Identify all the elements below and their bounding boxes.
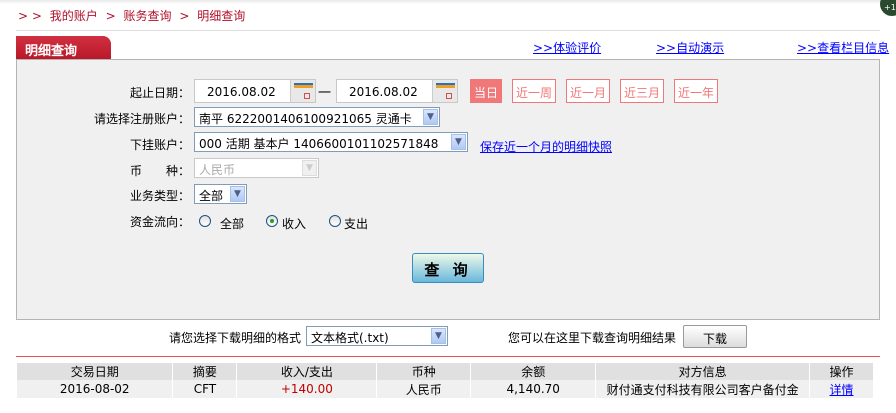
sub-account-label: 下挂账户： xyxy=(129,138,190,152)
chevron-down-icon: ▼ xyxy=(431,328,446,344)
cell-date: 2016-08-02 xyxy=(17,380,174,398)
col-action: 操作 xyxy=(809,363,874,380)
table-row: 2016-08-02 CFT +140.00 人民币 4,140.70 财付通支… xyxy=(17,380,874,398)
flow-label: 资金流向： xyxy=(129,215,190,229)
range-3months-button[interactable]: 近三月 xyxy=(620,79,665,103)
col-date: 交易日期 xyxy=(17,363,174,380)
query-button[interactable]: 查 询 xyxy=(412,253,484,283)
range-today-button[interactable]: 当日 xyxy=(470,79,503,103)
col-counterparty: 对方信息 xyxy=(595,363,811,380)
currency-select: 人民币 ▼ xyxy=(194,158,319,178)
breadcrumb-sep: > xyxy=(179,9,190,23)
range-year-button[interactable]: 近一年 xyxy=(674,79,719,103)
format-value: 文本格式(.txt) xyxy=(311,331,389,345)
breadcrumb-my-account[interactable]: 我的账户 xyxy=(50,9,98,23)
cell-action: 详情 xyxy=(809,380,874,398)
range-month-button[interactable]: 近一月 xyxy=(566,79,611,103)
currency-label: 币 种： xyxy=(129,164,190,178)
start-date-value: 2016.08.02 xyxy=(207,85,276,99)
range-week-button[interactable]: 近一周 xyxy=(512,79,557,103)
divider xyxy=(16,30,880,31)
table-header: 交易日期 摘要 收入/支出 币种 余额 对方信息 操作 xyxy=(17,363,874,380)
cell-currency: 人民币 xyxy=(376,380,472,398)
end-date-input[interactable]: 2016.08.02 xyxy=(336,79,458,103)
flow-income-radio[interactable] xyxy=(266,215,278,227)
chevron-down-icon: ▼ xyxy=(230,186,245,202)
sub-account-value: 000 活期 基本户 1406600101102571848 xyxy=(199,137,439,151)
breadcrumb: > > 我的账户 > 账务查询 > 明细查询 xyxy=(18,7,249,24)
account-value: 南平 6222001406100921065 灵通卡 xyxy=(199,112,412,126)
breadcrumb-sep: > > xyxy=(18,9,42,23)
flow-all-label[interactable]: 全部 xyxy=(220,215,244,232)
type-select[interactable]: 全部 ▼ xyxy=(194,184,247,204)
chevron-down-icon: ▼ xyxy=(302,160,317,176)
account-select[interactable]: 南平 6222001406100921065 灵通卡 ▼ xyxy=(194,107,440,127)
link-auto-demo[interactable]: >>自动演示 xyxy=(656,39,724,56)
divider xyxy=(16,356,880,357)
sub-account-select[interactable]: 000 活期 基本户 1406600101102571848 ▼ xyxy=(194,132,468,152)
chevron-down-icon: ▼ xyxy=(423,109,438,125)
cell-balance: 4,140.70 xyxy=(470,380,597,398)
date-dash: 一 xyxy=(318,86,332,101)
cell-summary: CFT xyxy=(172,380,238,398)
currency-value: 人民币 xyxy=(199,163,236,177)
col-currency: 币种 xyxy=(376,363,472,380)
account-label: 请选择注册账户： xyxy=(93,112,190,126)
breadcrumb-detail-query[interactable]: 明细查询 xyxy=(197,9,245,23)
download-hint: 您可以在这里下载查询明细结果 xyxy=(508,331,677,345)
flow-expense-radio[interactable] xyxy=(329,215,341,227)
calendar-icon[interactable] xyxy=(290,80,315,102)
type-label: 业务类型： xyxy=(129,189,190,203)
format-label: 请您选择下载明细的格式 xyxy=(169,331,302,345)
snapshot-link[interactable]: 保存近一个月的明细快照 xyxy=(480,138,612,155)
tab-detail-query[interactable]: 明细查询 xyxy=(16,36,111,59)
detail-table: 交易日期 摘要 收入/支出 币种 余额 对方信息 操作 2016-08-02 C… xyxy=(17,363,874,398)
breadcrumb-account-query[interactable]: 账务查询 xyxy=(124,9,172,23)
notification-badge[interactable]: +1 xyxy=(880,0,896,16)
col-summary: 摘要 xyxy=(172,363,238,380)
date-label: 起止日期： xyxy=(129,86,190,100)
download-button[interactable]: 下载 xyxy=(683,325,747,348)
col-amount: 收入/支出 xyxy=(236,363,378,380)
flow-income-label[interactable]: 收入 xyxy=(282,215,306,232)
start-date-input[interactable]: 2016.08.02 xyxy=(194,79,316,103)
top-shadow xyxy=(0,0,896,4)
format-select[interactable]: 文本格式(.txt) ▼ xyxy=(306,326,448,346)
cell-counterparty: 财付通支付科技有限公司客户备付金 xyxy=(595,380,811,398)
end-date-value: 2016.08.02 xyxy=(349,85,418,99)
chevron-down-icon: ▼ xyxy=(451,134,466,150)
col-balance: 余额 xyxy=(470,363,597,380)
link-experience-review[interactable]: >>体验评价 xyxy=(533,39,601,56)
breadcrumb-sep: > xyxy=(105,9,116,23)
cell-amount: +140.00 xyxy=(236,380,378,398)
type-value: 全部 xyxy=(199,189,224,203)
flow-expense-label[interactable]: 支出 xyxy=(344,215,368,232)
details-link[interactable]: 详情 xyxy=(830,383,854,397)
flow-all-radio[interactable] xyxy=(199,215,211,227)
link-column-info[interactable]: >>查看栏目信息 xyxy=(797,39,889,56)
calendar-icon[interactable] xyxy=(432,80,457,102)
